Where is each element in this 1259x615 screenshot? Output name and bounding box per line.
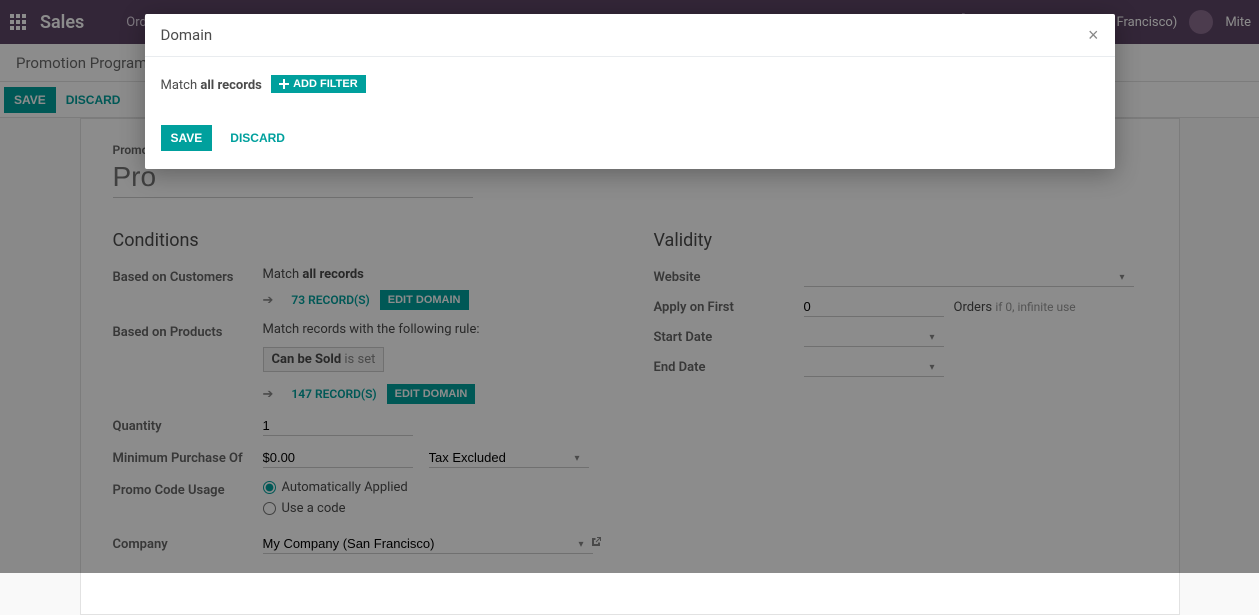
modal-discard-button[interactable]: Discard [220,125,295,151]
plus-icon [279,79,289,89]
modal-title: Domain [161,26,213,44]
modal-close-button[interactable]: × [1088,26,1099,44]
domain-modal: Domain × Match all records Add Filter Sa… [145,14,1115,169]
modal-overlay: Domain × Match all records Add Filter Sa… [0,0,1259,573]
modal-match-text: Match all records [161,78,266,93]
add-filter-button[interactable]: Add Filter [271,75,366,93]
modal-save-button[interactable]: Save [161,125,213,151]
